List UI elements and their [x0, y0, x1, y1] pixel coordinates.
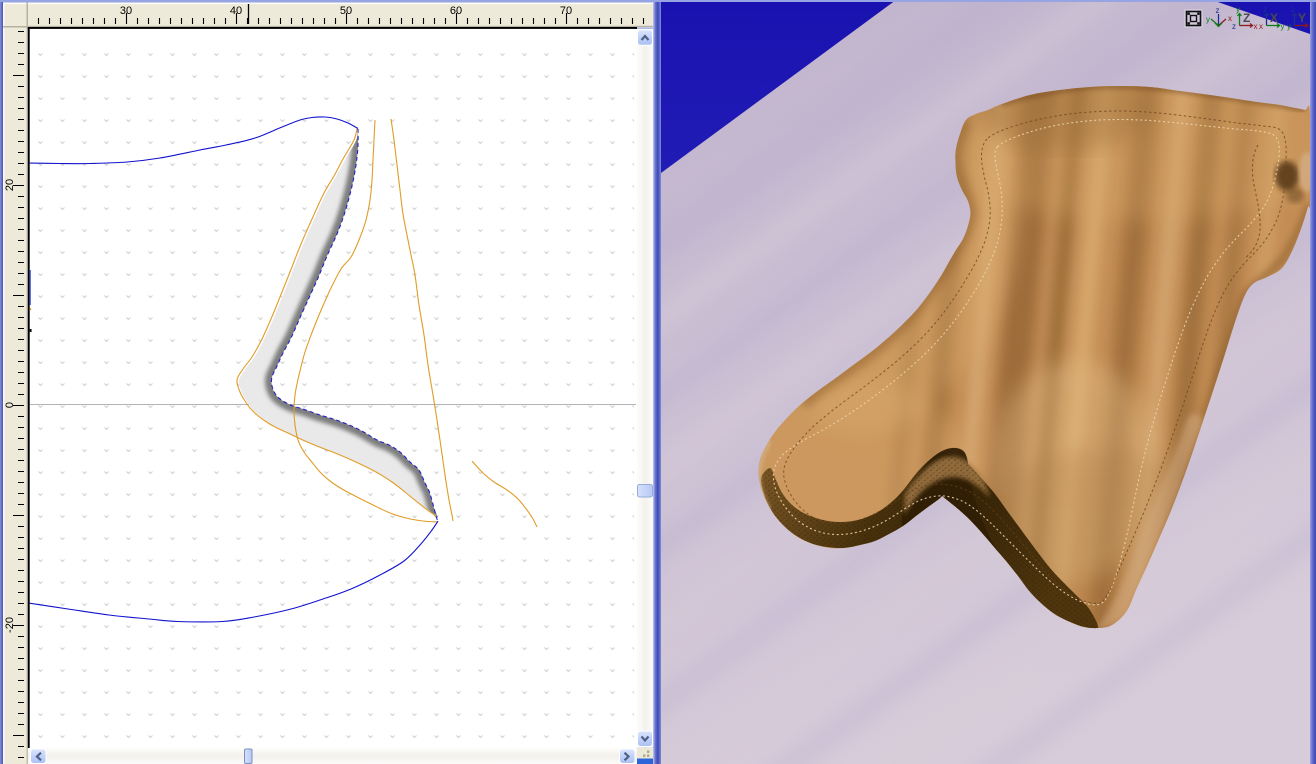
- svg-text:z: z: [1232, 22, 1236, 31]
- svg-text:60: 60: [450, 5, 462, 17]
- svg-text:z: z: [1263, 5, 1267, 14]
- svg-text:70: 70: [560, 5, 572, 17]
- svg-text:Z: Z: [1243, 11, 1250, 25]
- svg-text:z: z: [1291, 5, 1295, 14]
- svg-text:Y: Y: [1298, 11, 1306, 25]
- svg-text:x: x: [1254, 22, 1258, 31]
- svg-text:-20: -20: [4, 617, 16, 633]
- svg-text:y: y: [1206, 15, 1210, 24]
- svg-text:y: y: [1236, 5, 1240, 14]
- svg-text:x: x: [1259, 22, 1263, 31]
- svg-text:20: 20: [4, 179, 16, 191]
- svg-text:30: 30: [120, 5, 132, 17]
- svg-text:z: z: [1216, 6, 1220, 15]
- svg-text:0: 0: [4, 402, 16, 408]
- svg-text:50: 50: [340, 5, 352, 17]
- svg-text:X: X: [1270, 11, 1278, 25]
- svg-text:y: y: [1281, 22, 1285, 31]
- svg-text:40: 40: [230, 5, 242, 17]
- svg-text:y: y: [1287, 22, 1291, 31]
